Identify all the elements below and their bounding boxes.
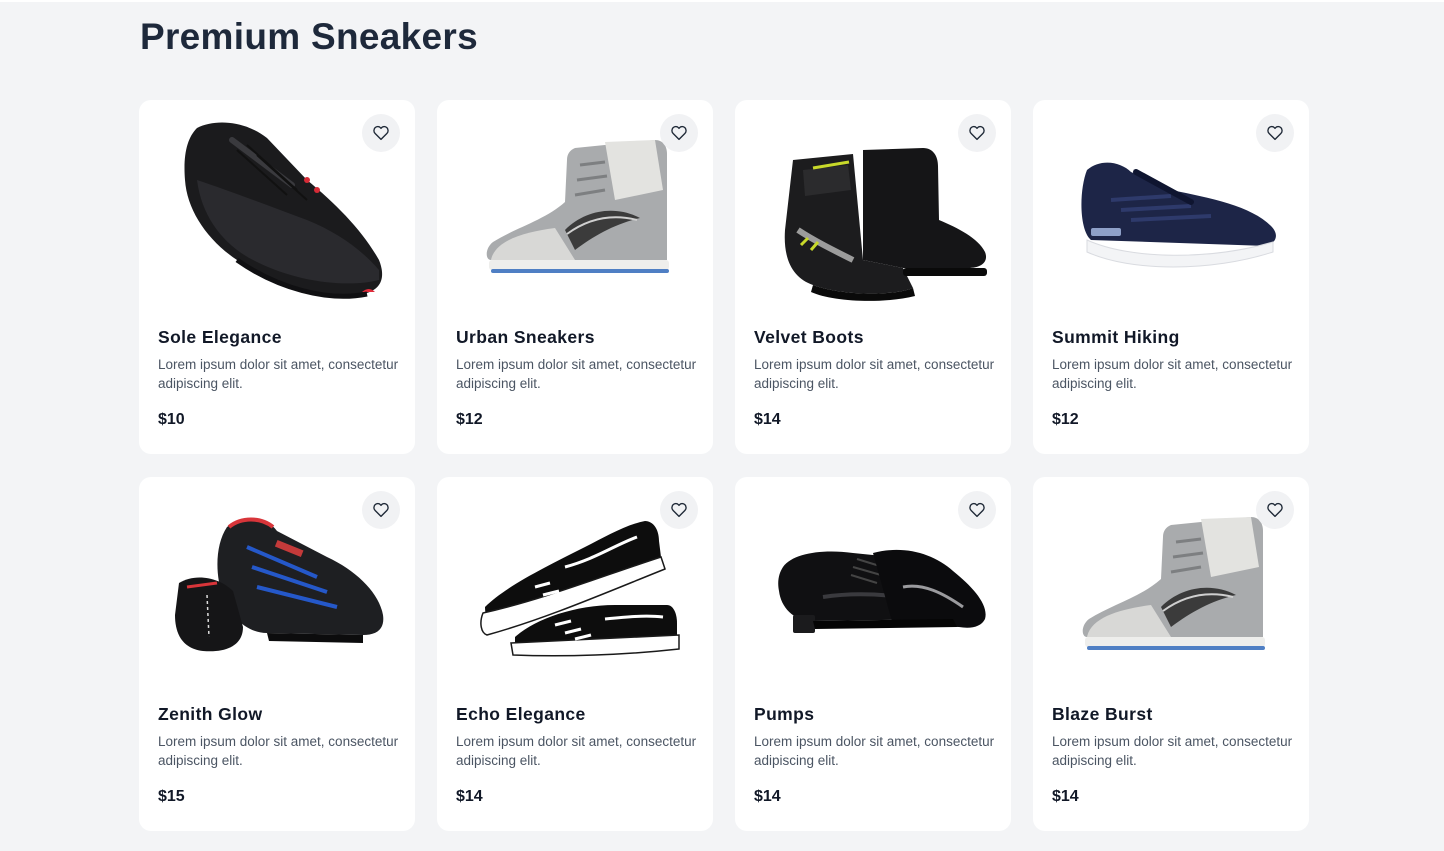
black-blue-work-shoe-pair-image [175, 517, 384, 652]
product-description: Lorem ipsum dolor sit amet, consectetur … [1052, 734, 1293, 768]
product-card[interactable]: Zenith Glow Lorem ipsum dolor sit amet, … [139, 477, 415, 831]
product-card[interactable]: Velvet Boots Lorem ipsum dolor sit amet,… [735, 100, 1011, 454]
black-moto-boot-image [784, 148, 987, 301]
product-price: $15 [158, 788, 185, 805]
favorite-button[interactable] [1256, 491, 1294, 529]
favorite-button[interactable] [958, 491, 996, 529]
product-description: Lorem ipsum dolor sit amet, consectetur … [754, 734, 995, 768]
product-card[interactable]: Echo Elegance Lorem ipsum dolor sit amet… [437, 477, 713, 831]
favorite-button[interactable] [958, 114, 996, 152]
black-lowtop-shoe-image [184, 122, 383, 299]
product-price: $14 [754, 788, 781, 805]
product-description: Lorem ipsum dolor sit amet, consectetur … [158, 357, 399, 391]
heart-outline-icon [373, 502, 389, 518]
grey-hightop-sneaker-image [486, 140, 669, 273]
product-card[interactable]: Blaze Burst Lorem ipsum dolor sit amet, … [1033, 477, 1309, 831]
product-description: Lorem ipsum dolor sit amet, consectetur … [158, 734, 399, 768]
product-name[interactable]: Velvet Boots [754, 327, 864, 348]
favorite-button[interactable] [362, 114, 400, 152]
heart-outline-icon [671, 502, 687, 518]
page-title: Premium Sneakers [140, 16, 478, 57]
product-card[interactable]: Pumps Lorem ipsum dolor sit amet, consec… [735, 477, 1011, 831]
favorite-button[interactable] [1256, 114, 1294, 152]
grey-hightop-sneaker-image [1082, 517, 1265, 650]
product-price: $14 [456, 788, 483, 805]
favorite-button[interactable] [660, 491, 698, 529]
product-name[interactable]: Urban Sneakers [456, 327, 595, 348]
product-name[interactable]: Zenith Glow [158, 704, 263, 725]
heart-outline-icon [671, 125, 687, 141]
heart-outline-icon [373, 125, 389, 141]
product-page: Premium Sneakers Sole Elegance Lorem ips… [0, 0, 1444, 851]
product-price: $14 [754, 411, 781, 428]
product-description: Lorem ipsum dolor sit amet, consectetur … [1052, 357, 1293, 391]
product-name[interactable]: Echo Elegance [456, 704, 586, 725]
heart-outline-icon [1267, 502, 1283, 518]
product-price: $14 [1052, 788, 1079, 805]
product-price: $10 [158, 411, 185, 428]
product-card[interactable]: Summit Hiking Lorem ipsum dolor sit amet… [1033, 100, 1309, 454]
product-description: Lorem ipsum dolor sit amet, consectetur … [456, 734, 697, 768]
product-price: $12 [456, 411, 483, 428]
product-name[interactable]: Sole Elegance [158, 327, 282, 348]
product-price: $12 [1052, 411, 1079, 428]
black-white-canvas-pair-image [480, 521, 680, 657]
navy-runner-image [1081, 162, 1276, 268]
product-card[interactable]: Sole Elegance Lorem ipsum dolor sit amet… [139, 100, 415, 454]
product-description: Lorem ipsum dolor sit amet, consectetur … [754, 357, 995, 391]
heart-outline-icon [969, 502, 985, 518]
heart-outline-icon [969, 125, 985, 141]
product-name[interactable]: Summit Hiking [1052, 327, 1180, 348]
favorite-button[interactable] [660, 114, 698, 152]
patent-leather-pair-image [778, 549, 986, 633]
product-description: Lorem ipsum dolor sit amet, consectetur … [456, 357, 697, 391]
product-grid: Sole Elegance Lorem ipsum dolor sit amet… [139, 100, 1309, 831]
top-divider [0, 0, 1444, 2]
favorite-button[interactable] [362, 491, 400, 529]
product-card[interactable]: Urban Sneakers Lorem ipsum dolor sit ame… [437, 100, 713, 454]
product-name[interactable]: Blaze Burst [1052, 704, 1153, 725]
heart-outline-icon [1267, 125, 1283, 141]
product-name[interactable]: Pumps [754, 704, 814, 725]
